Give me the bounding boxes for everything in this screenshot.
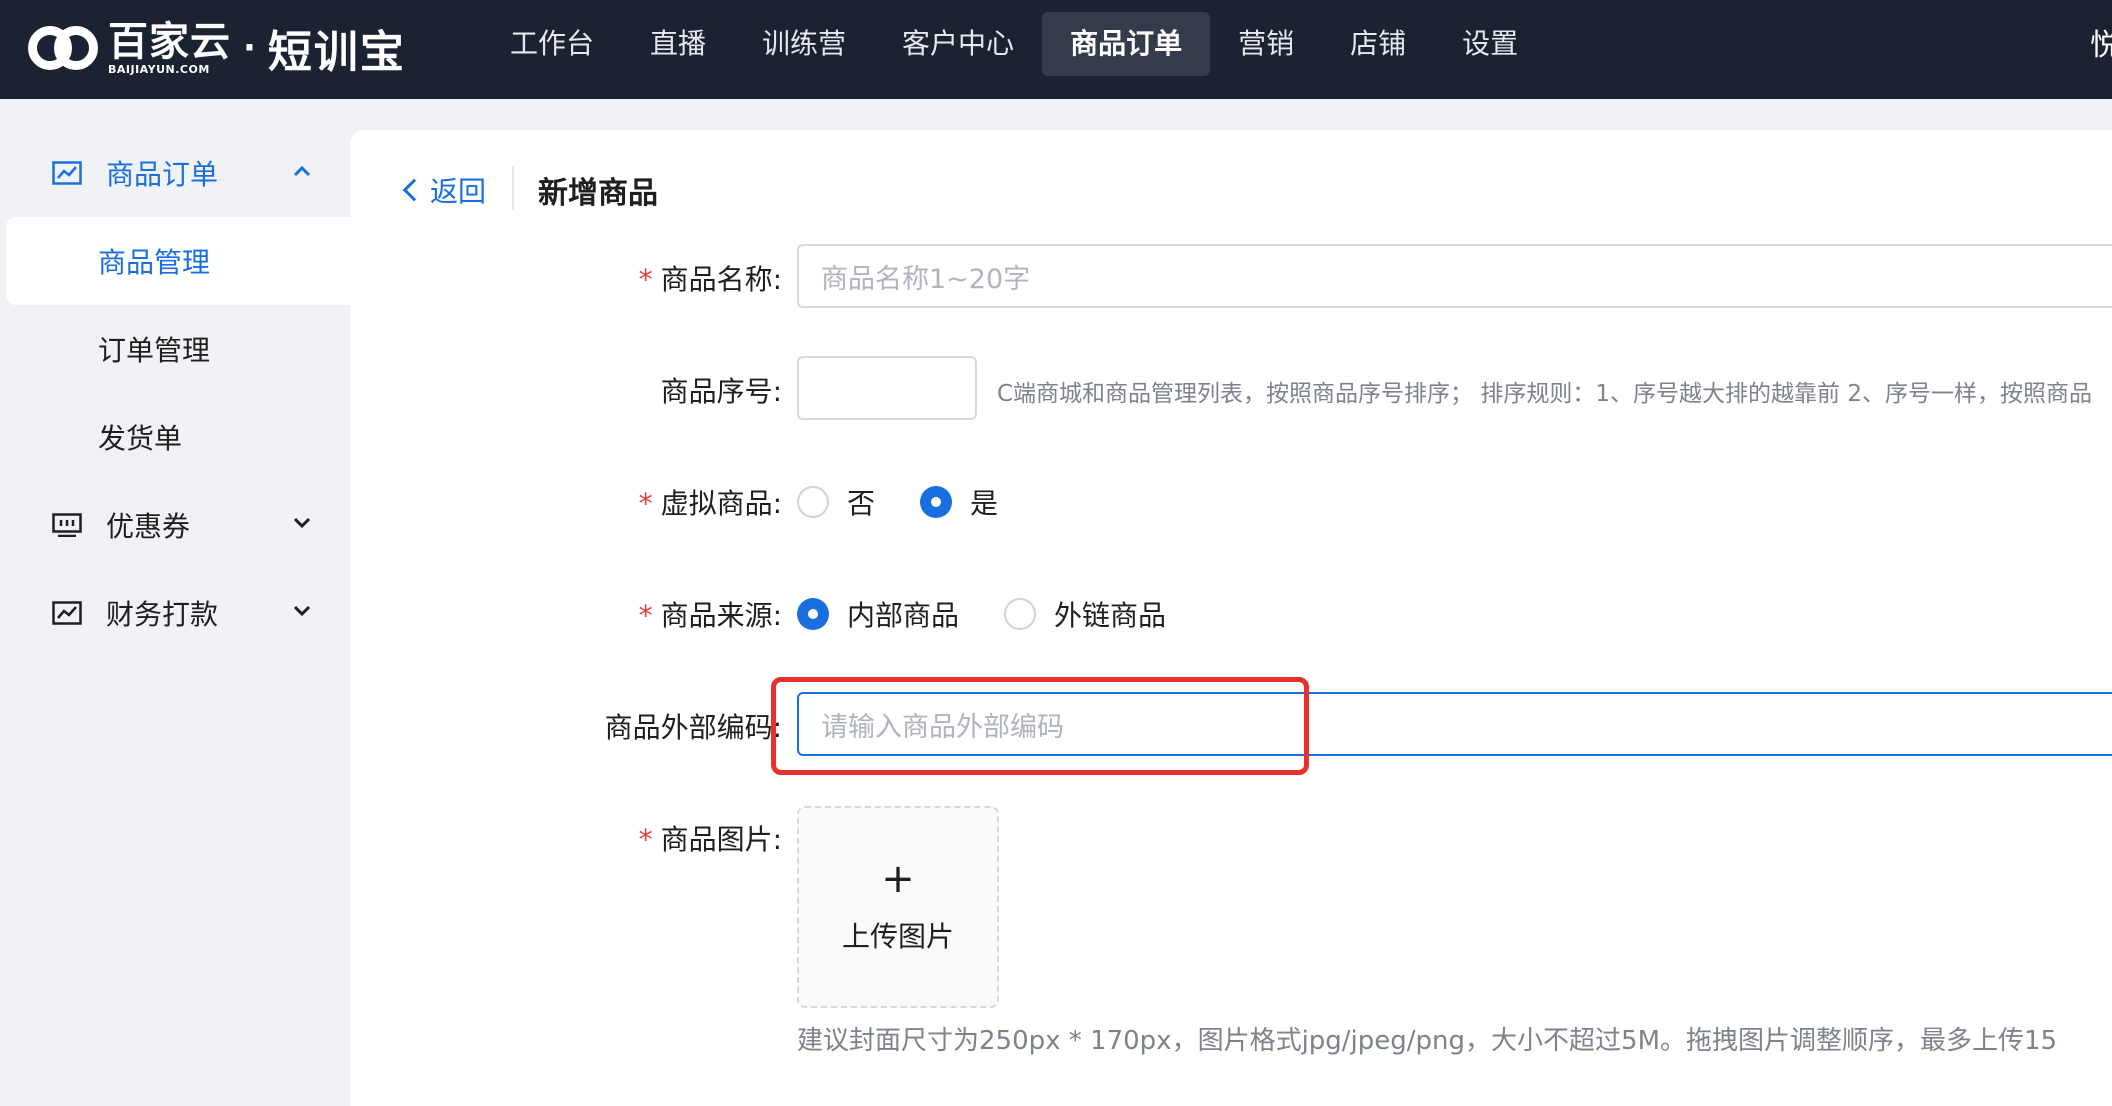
required-mark: * — [638, 823, 653, 856]
field-label: 虚拟商品: — [660, 487, 782, 520]
virtual-option-yes[interactable]: 是 — [920, 482, 998, 522]
radio-label: 内部商品 — [847, 599, 960, 632]
sidebar-group-label: 财务打款 — [106, 598, 219, 631]
monitor-icon — [52, 513, 82, 537]
main-nav: 工作台 直播 训练营 客户中心 商品订单 营销 店铺 设置 — [482, 12, 1546, 76]
radio-circle — [797, 598, 829, 630]
logo-separator: · — [243, 28, 256, 68]
radio-label: 外链商品 — [1054, 599, 1167, 632]
sidebar-group-coupons[interactable]: 优惠券 — [0, 481, 350, 569]
sidebar-item-order-management[interactable]: 订单管理 — [0, 305, 350, 393]
chevron-down-icon — [293, 517, 311, 529]
radio-label: 是 — [970, 487, 999, 520]
source-option-external[interactable]: 外链商品 — [1004, 594, 1166, 634]
nav-item-settings[interactable]: 设置 — [1434, 12, 1546, 76]
field-label: 商品来源: — [660, 599, 782, 632]
upload-label: 上传图片 — [841, 920, 954, 953]
logo-company-domain: BAIJIAYUN.COM — [108, 62, 210, 76]
required-mark: * — [638, 487, 653, 520]
radio-label: 否 — [847, 487, 876, 520]
logo-text: 百家云 BAIJIAYUN.COM — [108, 22, 231, 75]
form-label-external-code: 商品外部编码: — [350, 706, 782, 746]
nav-item-live[interactable]: 直播 — [622, 12, 734, 76]
radio-circle — [797, 486, 829, 518]
form-label-name: * 商品名称: — [350, 258, 782, 298]
image-upload-button[interactable]: + 上传图片 — [797, 806, 999, 1008]
back-button[interactable]: 返回 — [402, 170, 487, 210]
nav-item-store[interactable]: 店铺 — [1322, 12, 1434, 76]
user-name[interactable]: 悦 — [2090, 20, 2112, 64]
sidebar-group-orders[interactable]: 商品订单 — [0, 129, 350, 217]
radio-circle — [920, 486, 952, 518]
logo-product-name: 短训宝 — [267, 27, 406, 78]
plus-icon: + — [881, 856, 915, 902]
page-title: 新增商品 — [538, 176, 658, 211]
nav-item-camp[interactable]: 训练营 — [734, 12, 874, 76]
nav-item-workbench[interactable]: 工作台 — [482, 12, 622, 76]
chevron-down-icon — [293, 605, 311, 617]
field-label: 商品名称: — [660, 263, 782, 296]
product-sort-input[interactable] — [797, 356, 977, 420]
sidebar-group-label: 商品订单 — [106, 158, 219, 191]
chart-icon — [52, 601, 82, 625]
field-label: 商品图片: — [660, 823, 782, 856]
back-label: 返回 — [430, 175, 487, 208]
form-label-sort: 商品序号: — [350, 370, 782, 410]
brand-logo[interactable]: 百家云 BAIJIAYUN.COM · 短训宝 — [28, 16, 406, 80]
source-option-internal[interactable]: 内部商品 — [797, 594, 959, 634]
sidebar-group-finance[interactable]: 财务打款 — [0, 569, 350, 657]
nav-item-customer[interactable]: 客户中心 — [874, 12, 1042, 76]
top-navbar: 百家云 BAIJIAYUN.COM · 短训宝 工作台 直播 训练营 客户中心 … — [0, 0, 2112, 99]
sidebar-item-product-management[interactable]: 商品管理 — [6, 217, 350, 305]
sidebar: 商品订单 商品管理 订单管理 发货单 优惠券 财务打款 — [0, 99, 350, 1106]
product-name-input[interactable]: 商品名称1~20字 — [797, 244, 2112, 308]
field-label: 商品序号: — [660, 375, 782, 408]
required-mark: * — [638, 599, 653, 632]
virtual-option-no[interactable]: 否 — [797, 482, 875, 522]
sort-hint: C端商城和商品管理列表，按照商品序号排序； 排序规则：1、序号越大排的越靠前 2… — [997, 381, 2092, 407]
required-mark: * — [638, 263, 653, 296]
chevron-up-icon — [293, 165, 311, 177]
form-label-source: * 商品来源: — [350, 594, 782, 634]
form-label-image: * 商品图片: — [350, 818, 782, 858]
form-label-virtual: * 虚拟商品: — [350, 482, 782, 522]
highlight-box — [771, 677, 1309, 775]
main-panel: 返回 新增商品 * 商品名称: 商品名称1~20字 商品序号: C端商城和商品管理… — [350, 130, 2112, 1106]
title-divider — [512, 166, 514, 210]
radio-circle — [1004, 598, 1036, 630]
image-hint: 建议封面尺寸为250px * 170px，图片格式jpg/jpeg/png，大小… — [797, 1026, 2058, 1056]
logo-mark-icon — [28, 20, 100, 76]
chevron-left-icon — [402, 178, 426, 202]
logo-company-name: 百家云 — [108, 18, 231, 65]
chart-icon — [52, 161, 82, 185]
field-label: 商品外部编码: — [604, 711, 782, 744]
nav-item-orders[interactable]: 商品订单 — [1042, 12, 1211, 76]
sidebar-item-delivery[interactable]: 发货单 — [0, 393, 350, 481]
sidebar-group-label: 优惠券 — [106, 510, 191, 543]
nav-item-marketing[interactable]: 营销 — [1210, 12, 1322, 76]
